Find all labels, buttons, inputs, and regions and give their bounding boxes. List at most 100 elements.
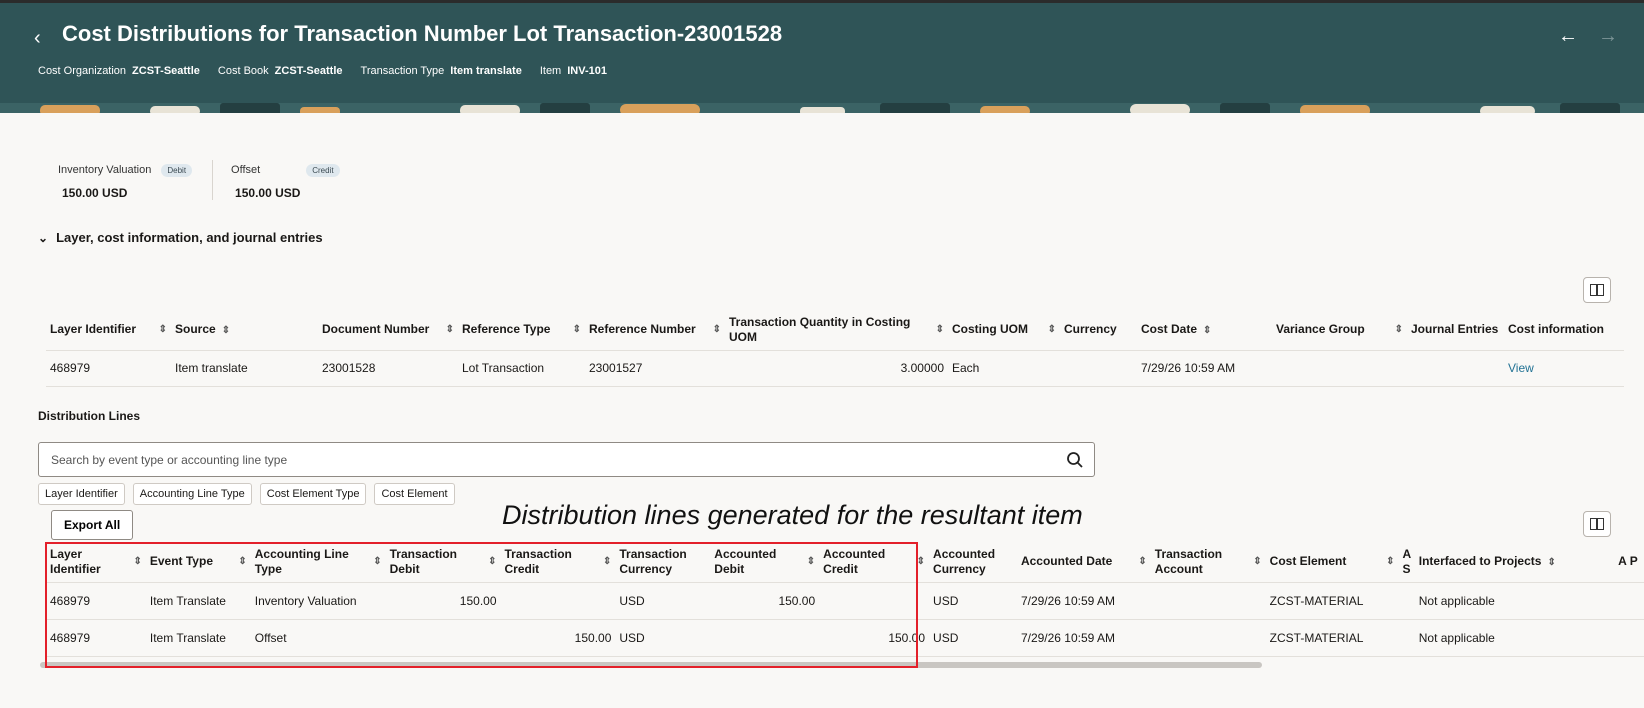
previous-button[interactable]: ← [1558,25,1578,48]
col-accounted-debit[interactable]: Accounted Debit ⇕ [710,542,819,582]
cell-accounted-debit [710,619,819,656]
layer-columns-button[interactable] [1583,277,1611,303]
col-variance-group[interactable]: Variance Group ⇕ [1272,310,1407,350]
col-transaction-currency: Transaction Currency [619,546,687,576]
col-cost-element[interactable]: Cost Element ⇕ [1266,542,1399,582]
filter-accounting-line-type[interactable]: Accounting Line Type [132,483,252,505]
cell-transaction-debit: 150.00 [459,593,497,608]
view-cost-information-link[interactable]: View [1508,361,1534,375]
sort-icon[interactable]: ⇕ [1138,554,1146,569]
sort-icon[interactable]: ⇕ [603,554,611,569]
cell-journal-entries [1407,350,1504,386]
meta-cost-book: Cost Book ZCST-Seattle [217,65,343,77]
sort-icon[interactable]: ⇕ [573,322,581,337]
cell-cost-element: ZCST-MATERIAL [1269,630,1364,645]
sort-icon[interactable]: ⇕ [222,325,230,336]
sort-icon[interactable]: ⇕ [1547,557,1555,568]
distribution-columns-button[interactable] [1583,511,1611,537]
credit-badge: Credit [306,163,340,177]
cell-source: Item translate [175,361,248,375]
col-transaction-credit[interactable]: Transaction Credit ⇕ [501,542,616,582]
col-event-type[interactable]: Event Type ⇕ [146,542,251,582]
col-reference-number[interactable]: Reference Number ⇕ [585,310,725,350]
cell-accounted-currency: USD [933,630,959,645]
layer-table: Layer Identifier ⇕ Source ⇕ Document Numbe… [46,310,1624,387]
filter-cost-element[interactable]: Cost Element [374,483,455,505]
meta-transaction-type: Transaction Type Item translate [360,65,522,77]
col-interfaced-to-projects[interactable]: Interfaced to Projects ⇕ [1415,542,1614,582]
sort-icon[interactable]: ⇕ [488,554,496,569]
table-row: 468979 Item Translate Offset 150.00 USD … [46,619,1644,656]
col-document-number[interactable]: Document Number ⇕ [318,310,458,350]
cell-accounted-credit: 150.00 [888,630,926,645]
search-input[interactable] [39,443,1029,476]
meta-item: Item INV-101 [539,65,607,77]
col-accounted-currency: Accounted Currency [933,546,996,576]
cell-event-type: Item Translate [149,593,226,608]
col-accounted-date[interactable]: Accounted Date ⇕ [1017,542,1151,582]
arrow-right-icon: → [1598,25,1618,47]
col-cost-date[interactable]: Cost Date ⇕ [1137,310,1272,350]
cell-truncated [1614,619,1644,656]
sort-icon[interactable]: ⇕ [917,554,925,569]
cell-reference-type: Lot Transaction [462,361,545,375]
next-button[interactable]: → [1598,25,1618,48]
filter-chips: Layer Identifier Accounting Line Type Co… [38,483,455,505]
layer-table-header: Layer Identifier ⇕ Source ⇕ Document Numbe… [46,310,1624,350]
col-truncated: A P [1618,554,1638,569]
cell-transaction-credit [501,582,616,619]
col-accounted-credit[interactable]: Accounted Credit ⇕ [819,542,929,582]
col-layer-identifier[interactable]: Layer Identifier ⇕ [46,542,146,582]
inventory-valuation-label: Inventory Valuation [58,164,152,176]
sort-icon[interactable]: ⇕ [159,322,167,337]
cell-accounted-debit: 150.00 [778,593,816,608]
filter-layer-identifier[interactable]: Layer Identifier [38,483,125,505]
export-all-button[interactable]: Export All [51,510,134,540]
col-transaction-account[interactable]: Transaction Account ⇕ [1151,542,1266,582]
horizontal-scrollbar[interactable] [40,662,1262,668]
col-transaction-debit[interactable]: Transaction Debit ⇕ [386,542,501,582]
sort-icon[interactable]: ⇕ [1203,325,1211,336]
cell-truncated [1399,619,1415,656]
arrow-left-icon: ← [1558,25,1578,47]
cell-layer: 468979 [50,630,91,645]
offset-value: 150.00 USD [235,186,301,200]
cell-transaction-account [1151,582,1266,619]
sort-icon[interactable]: ⇕ [133,554,141,569]
back-button[interactable]: ‹ [34,25,52,51]
cell-event-type: Item Translate [149,630,226,645]
cell-document-number: 23001528 [322,361,376,375]
cell-transaction-debit [386,619,501,656]
cell-layer-identifier: 468979 [50,361,91,375]
cell-variance-group [1272,350,1407,386]
cell-transaction-currency: USD [619,630,645,645]
col-accounting-line-type[interactable]: Accounting Line Type ⇕ [251,542,386,582]
sort-icon[interactable]: ⇕ [238,554,246,569]
header-pattern [0,103,1644,113]
header-meta: Cost Organization ZCST-Seattle Cost Book Z… [38,65,607,77]
cell-transaction-account [1151,619,1266,656]
sort-icon[interactable]: ⇕ [936,322,944,337]
filter-cost-element-type[interactable]: Cost Element Type [259,483,367,505]
cell-line-type: Offset [254,630,287,645]
col-costing-uom[interactable]: Costing UOM ⇕ [948,310,1060,350]
sort-icon[interactable]: ⇕ [373,554,381,569]
sort-icon[interactable]: ⇕ [713,322,721,337]
col-reference-type[interactable]: Reference Type ⇕ [458,310,585,350]
search-icon[interactable] [1066,451,1084,469]
sort-icon[interactable]: ⇕ [1048,322,1056,337]
col-layer-identifier[interactable]: Layer Identifier ⇕ [46,310,171,350]
cell-interfaced: Not applicable [1418,630,1495,645]
distribution-lines-title: Distribution Lines [38,409,140,423]
table-row: 468979 Item translate 23001528 Lot Trans… [46,350,1624,386]
col-source[interactable]: Source ⇕ [171,310,318,350]
layer-section-toggle[interactable]: ⌄ Layer, cost information, and journal e… [38,230,323,245]
sort-icon[interactable]: ⇕ [1395,322,1403,337]
distribution-table-viewport[interactable]: Layer Identifier ⇕ Event Type ⇕ Accounting… [46,542,1644,666]
sort-icon[interactable]: ⇕ [1386,554,1394,569]
distribution-table-header: Layer Identifier ⇕ Event Type ⇕ Accounting… [46,542,1644,582]
sort-icon[interactable]: ⇕ [1253,554,1261,569]
sort-icon[interactable]: ⇕ [807,554,815,569]
sort-icon[interactable]: ⇕ [446,322,454,337]
col-transaction-quantity[interactable]: Transaction Quantity in Costing UOM ⇕ [725,310,948,350]
